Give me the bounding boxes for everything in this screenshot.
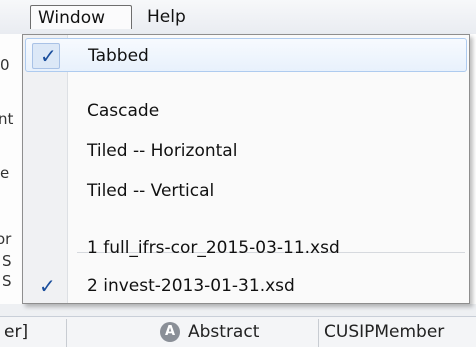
menu-item-label: 1 full_ifrs-cor_2015-03-11.xsd — [87, 238, 340, 258]
abstract-label: Abstract — [188, 322, 260, 342]
background-text: nt — [0, 110, 14, 128]
menu-window[interactable]: Window — [30, 5, 132, 29]
menu-item-cascade[interactable]: Cascade — [25, 94, 467, 128]
check-icon: ✓ — [40, 44, 57, 68]
menu-item-label: Cascade — [87, 101, 160, 121]
member-cell: CUSIPMember — [324, 322, 445, 342]
menu-item-tiled-horizontal[interactable]: Tiled -- Horizontal — [25, 134, 467, 168]
background-text: S — [2, 272, 12, 290]
background-text: S — [2, 252, 12, 270]
menu-item-window-2[interactable]: ✓ 2 invest-2013-01-31.xsd — [25, 269, 467, 303]
background-table-row[interactable]: er] A Abstract CUSIPMember — [0, 316, 476, 347]
menu-item-tabbed[interactable]: ✓ Tabbed — [25, 38, 467, 72]
background-panel-left: 0 nt e or S S — [0, 34, 23, 304]
menu-item-label: Tabbed — [88, 46, 149, 66]
menu-item-label: 2 invest-2013-01-31.xsd — [87, 276, 295, 296]
menu-item-tiled-vertical[interactable]: Tiled -- Vertical — [25, 174, 467, 208]
background-text: 0 — [0, 56, 10, 74]
row-left-cell: er] — [4, 322, 29, 342]
check-icon: ✓ — [39, 274, 56, 298]
menu-help[interactable]: Help — [140, 5, 193, 29]
background-text: e — [0, 164, 10, 182]
column-divider — [318, 319, 319, 347]
menu-item-label: Tiled -- Horizontal — [87, 141, 238, 161]
menu-item-window-1[interactable]: 1 full_ifrs-cor_2015-03-11.xsd — [25, 231, 467, 265]
window-menu-dropdown: ✓ Tabbed Cascade Tiled -- Horizontal Til… — [22, 34, 470, 304]
menu-item-label: Tiled -- Vertical — [87, 181, 215, 201]
background-text: or — [0, 230, 12, 248]
column-divider — [66, 319, 67, 347]
abstract-icon: A — [160, 322, 180, 342]
menu-bar: Window Help — [0, 0, 476, 35]
abstract-cell: A Abstract — [160, 317, 259, 347]
